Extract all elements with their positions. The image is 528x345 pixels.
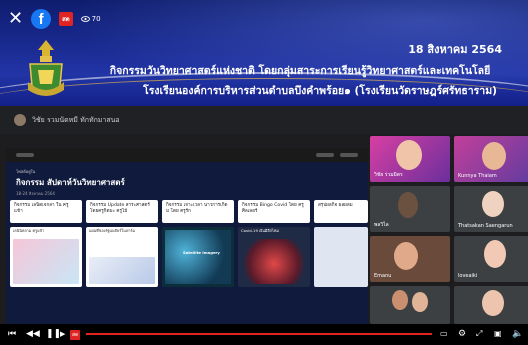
participant-tile[interactable]: วิชัย ร่วมมิตร [370,136,450,182]
video-player-controls: ⏮ ◀◀ ❚❚ ▶ สด ▭ ⚙ ⤢ ▣ 🔈 [0,324,528,345]
live-badge: สด [59,12,73,26]
participant-tile[interactable]: Thatsakan Saengarun [454,186,528,232]
column-header[interactable]: กิจกรรม Update สาระศาสตร์ โดยครูกิตมะ คร… [86,200,158,223]
participant-grid: วิชัย ร่วมมิตร Kunnya Thaiam พลวิไล That… [370,134,528,324]
participant-face [394,242,418,270]
participant-face [396,140,422,170]
event-date: 18 สิงหาคม 2564 [408,43,502,56]
participant-tile[interactable] [370,286,450,324]
post-card[interactable] [314,227,368,287]
card-image [89,257,155,284]
card-title: เลนินิหลาม ครูแข้า [13,228,45,233]
participant-name: วิชัย ร่วมมิตร [374,172,403,178]
board-column: สรุปผลกิจ ผลผลม [314,200,368,287]
participant-tile[interactable]: Emanu [370,236,450,282]
participant-face [482,191,504,217]
pip-icon[interactable]: ▣ [494,328,502,340]
column-header[interactable]: กิจกรรม เลนิดเจกลา ใน ครู แข้า [10,200,82,223]
card-title: แผนที่ของรัฐเอเดียร์ในฟาร์ม [89,228,136,233]
post-card[interactable]: Covid-19 เงินมีอีกไหม [238,227,310,287]
presenter-avatar [14,114,26,126]
card-image [241,239,307,284]
column-header[interactable]: กิจกรรม Bingo Covid โดย ครูศิลเลอร์ [238,200,310,223]
participant-tile[interactable]: Kunnya Thaiam [454,136,528,182]
card-title: Satellite Imagery [183,250,220,255]
shared-screen: โพสต์อยู่ใน กิจกรรม สัปดาห์วันวิทยาศาสตร… [6,148,368,324]
card-image [13,239,79,284]
participant-tile[interactable]: loveaiki [454,236,528,282]
volume-icon[interactable]: 🔈 [512,328,523,340]
facebook-icon[interactable]: f [31,9,52,29]
board-column: กิจกรรม Update สาระศาสตร์ โดยครูกิตมะ คร… [86,200,158,287]
participant-name: Emanu [374,273,392,279]
video-banner: ✕ f สด 70 18 สิงหาคม 2564 กิจกรรมวันวิทย… [0,0,528,106]
board-column: กิจกรรม เจาะเวลา นาวการเกิดม โดย ครูรัก … [162,200,234,287]
participant-name: พลวิไล [374,222,389,228]
fullscreen-icon[interactable]: ⤢ [476,328,482,340]
board-subtitle: 18-24 สิงหาคม 2564 [16,191,55,196]
board-column: กิจกรรม Bingo Covid โดย ครูศิลเลอร์ Covi… [238,200,310,287]
pause-icon[interactable]: ❚❚ [46,328,61,340]
card-title: Covid-19 เงินมีอีกไหม [241,228,279,233]
board-title: กิจกรรม สัปดาห์วันวิทยาศาสตร์ [16,178,125,187]
participant-tile[interactable]: พลวิไล [370,186,450,232]
participant-face [398,192,418,218]
column-header[interactable]: กิจกรรม เจาะเวลา นาวการเกิดม โดย ครูรัก [162,200,234,223]
event-title: กิจกรรมวันวิทยาศาสตร์แห่งชาติ โดยกลุ่มสา… [109,65,491,77]
captions-icon[interactable]: ▭ [440,328,448,340]
close-icon[interactable]: ✕ [8,10,23,28]
eye-icon [80,16,90,22]
shared-screen-toolbar [6,148,368,162]
participant-name: loveaiki [458,273,478,279]
meeting-top-bar: วิชัย รวมนัดหมี ทักทักมาสนอ [0,106,528,134]
viewer-count: 70 [80,15,101,23]
video-meeting-area: วิชัย รวมนัดหมี ทักทักมาสนอ โพสต์อยู่ใน … [0,106,528,324]
rewind-icon[interactable]: ◀◀ [26,328,40,340]
post-card[interactable]: แผนที่ของรัฐเอเดียร์ในฟาร์ม [86,227,158,287]
participant-face [482,142,506,170]
progress-bar[interactable] [86,333,432,335]
fast-forward-icon[interactable]: ▶ [60,328,65,340]
participant-tile[interactable] [454,286,528,324]
gear-icon[interactable]: ⚙ [458,328,466,340]
meeting-title: วิชัย รวมนัดหมี ทักทักมาสนอ [32,115,120,124]
post-card[interactable]: เลนินิหลาม ครูแข้า [10,227,82,287]
facebook-overlay-bar: ✕ f สด 70 [8,8,101,30]
board-owner: โพสต์อยู่ใน [16,169,36,174]
participant-name: Thatsakan Saengarun [458,223,513,229]
participant-face [484,240,506,268]
participant-face [392,290,408,310]
skip-back-icon[interactable]: ⏮ [8,328,16,340]
school-emblem-icon [28,40,64,96]
live-indicator: สด [70,330,81,340]
board-columns: กิจกรรม เลนิดเจกลา ใน ครู แข้า เลนินิหลา… [10,200,368,324]
participant-name: Kunnya Thaiam [458,173,497,179]
viewer-count-value: 70 [91,15,101,23]
toolbar-tab [340,153,358,157]
column-header[interactable]: สรุปผลกิจ ผลผลม [314,200,368,223]
padlet-board-header: โพสต์อยู่ใน กิจกรรม สัปดาห์วันวิทยาศาสตร… [16,168,125,197]
board-column: กิจกรรม เลนิดเจกลา ใน ครู แข้า เลนินิหลา… [10,200,82,287]
toolbar-tab [16,153,34,157]
participant-face [412,292,428,312]
participant-face [482,290,504,316]
toolbar-tab [316,153,334,157]
post-card[interactable]: Satellite Imagery [162,227,234,287]
school-name: โรงเรียนองค์การบริหารส่วนตำบลบึงคำพร้อย๑… [143,85,497,97]
